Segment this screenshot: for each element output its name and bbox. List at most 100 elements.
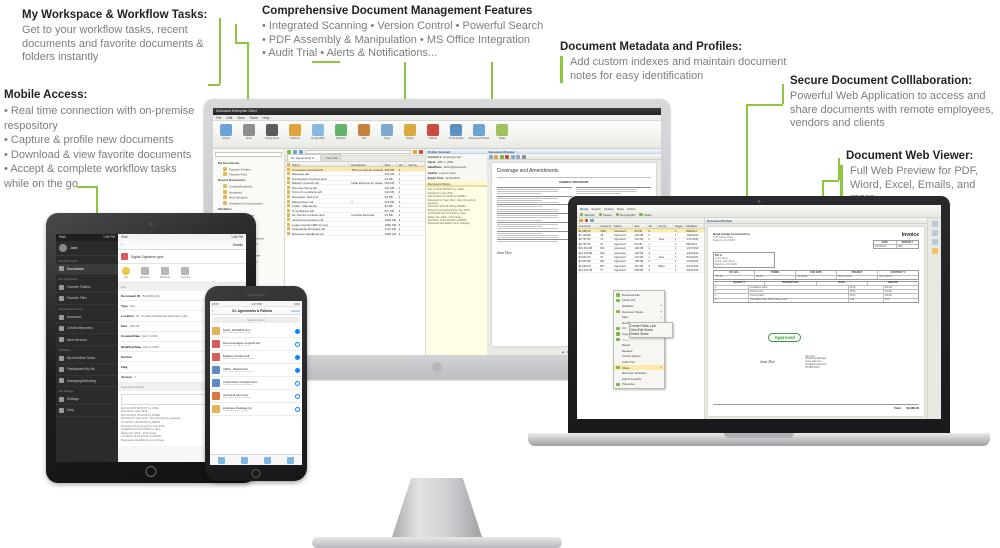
sidebar-item-my-workflow-tasks[interactable]: My Workflow Tasks (56, 353, 118, 365)
context-menu-item[interactable]: Properties (614, 382, 664, 388)
zoom-in-icon[interactable] (510, 154, 515, 159)
ribbon-button-4[interactable]: Email With (307, 124, 329, 140)
ribbon-button-8[interactable]: Paste (399, 124, 421, 140)
web-sidebar-icons[interactable] (927, 218, 941, 419)
web-col-status[interactable]: Status (613, 224, 633, 228)
view-icon[interactable] (418, 150, 423, 154)
ribbon-button-11[interactable]: Document Tasks (468, 124, 490, 140)
sidebar-item-settings[interactable]: Settings (56, 394, 118, 406)
menu-edit[interactable]: Edit (226, 116, 232, 120)
ribbon-button-1[interactable]: Scan (238, 124, 260, 140)
sidebar-item-new-versions[interactable]: New Versions (56, 334, 118, 346)
download-icon[interactable] (931, 221, 938, 227)
tablet-navbar[interactable]: ‹ Details (118, 241, 246, 250)
web-document-grid[interactable]: Amount $ Invoice # Status Size Ver Out b… (577, 218, 705, 419)
phone-home-button[interactable] (251, 469, 261, 478)
web-tab[interactable]: Admin (627, 207, 636, 211)
ribbon-button-7[interactable]: Copy (376, 124, 398, 140)
table-row[interactable]: Employee Handbook.pdf 1082 KB 2 (285, 231, 425, 236)
menu-file[interactable]: File (216, 116, 221, 120)
web-actions[interactable]: Refresh Delete Recycle Bin Tasks (580, 213, 938, 217)
sidebar-item-created-imported[interactable]: Created/Imported (56, 323, 118, 335)
menu-help[interactable]: Help (263, 116, 270, 120)
sidebar-item-participated-by-me[interactable]: Participated By Me (56, 364, 118, 376)
list-item[interactable]: Building Contract.pdf 690 KB Mar 10 2014… (210, 351, 302, 364)
share-submenu[interactable]: Create Public Link View/Edit Share Delete … (629, 322, 673, 338)
stamp-icon[interactable] (505, 154, 510, 159)
ribbon-button-12[interactable]: Tasks (491, 124, 513, 140)
forward-icon[interactable] (299, 150, 303, 154)
refresh-button[interactable]: Refresh (580, 213, 595, 217)
select-checkbox[interactable] (295, 393, 300, 399)
col-name[interactable]: Name (285, 162, 350, 167)
list-item[interactable]: Employee Package.zip 1 MB Mar 1 2015 By:… (210, 403, 302, 416)
filter-icon[interactable] (412, 150, 417, 154)
sidebar-item-documents[interactable]: Documents (56, 263, 118, 275)
back-icon[interactable] (293, 150, 297, 154)
sidebar-item-help[interactable]: Help (56, 405, 118, 417)
tablet-actions[interactable]: Fav Rename Relations versions (118, 264, 246, 283)
tablet-sidebar[interactable]: iPad 1:45 PM Jane My Documents Documents… (56, 234, 118, 462)
web-col-pages[interactable]: Pages (673, 224, 685, 228)
context-menu[interactable]: Download File Check Out Workflow ▸ Docum… (613, 290, 665, 390)
rotate-icon[interactable] (521, 154, 526, 159)
zoom-out-icon[interactable] (516, 154, 521, 159)
web-col-modified[interactable]: Modified (685, 224, 704, 228)
tablet-user[interactable]: Jane (56, 241, 118, 256)
list-item[interactable]: CARA - Manual.doc 60 KB Mar 7 2015 By: A… (210, 364, 302, 377)
web-filter-icon[interactable] (579, 218, 583, 223)
col-out-by[interactable]: Out by (406, 162, 425, 167)
ribbon-button-10[interactable]: Thumbnails (445, 124, 467, 140)
add-icon[interactable] (287, 150, 291, 154)
preview-toolbar[interactable] (486, 154, 661, 160)
sidebar-item-favorite-files[interactable]: Favorite Files (56, 293, 118, 305)
web-col-size[interactable]: Size (633, 224, 647, 228)
email-icon[interactable] (931, 239, 938, 245)
web-col-amount[interactable]: Amount $ (577, 224, 599, 228)
back-icon[interactable]: ‹ (121, 242, 123, 248)
select-checkbox[interactable] (295, 354, 300, 360)
select-checkbox[interactable] (295, 406, 300, 412)
phone-search-input[interactable]: Search Folder (212, 317, 300, 323)
list-item[interactable]: Construction Contract.docx 22 KB Mar 10 … (210, 377, 302, 390)
print-icon[interactable] (931, 230, 938, 236)
web-col-invoice[interactable]: Invoice # (599, 224, 613, 228)
phone-tabbar[interactable] (210, 454, 302, 465)
ribbon-button-5[interactable]: Refresh (330, 124, 352, 140)
tablet-action-relations[interactable]: Relations (160, 267, 171, 279)
print-icon[interactable] (494, 154, 499, 159)
recycle-bin-button[interactable]: Recycle Bin (616, 213, 635, 217)
tab-agreements[interactable]: 01. Agreements & ... (287, 154, 322, 161)
delete-button[interactable]: Delete (599, 213, 611, 217)
web-tabs[interactable]: Home Search Upload Tasks Admin (580, 207, 938, 211)
tab-new[interactable]: New Tab (322, 154, 342, 161)
web-col-out[interactable]: Out by (657, 224, 674, 228)
select-checkbox[interactable] (295, 341, 300, 347)
web-column-icon[interactable] (584, 218, 589, 223)
col-version[interactable]: Ver. (397, 162, 407, 167)
web-tab[interactable]: Search (591, 207, 601, 211)
tablet-action-versions[interactable]: versions (181, 267, 190, 279)
save-icon[interactable] (488, 154, 493, 159)
web-tab[interactable]: Upload (604, 207, 614, 211)
select-checkbox[interactable] (295, 380, 300, 386)
document-notes[interactable]: Feb 14 2015 08:26:07 by JANE. Revised for… (425, 185, 487, 355)
web-export-icon[interactable] (590, 218, 594, 223)
download-icon[interactable] (218, 456, 225, 464)
web-tab[interactable]: Home (580, 207, 588, 211)
delete-icon[interactable] (287, 456, 294, 464)
ribbon-button-9[interactable]: Delete (422, 124, 444, 140)
ribbon-button-2[interactable]: Filing Area (261, 124, 283, 140)
web-tab[interactable]: Tasks (616, 207, 624, 211)
tree-search-input[interactable] (215, 152, 282, 157)
move-icon[interactable] (264, 456, 271, 464)
list-item[interactable]: Acord_11062014.xml 15 KB Jun 03 2015 By:… (210, 325, 302, 338)
ribbon-button-3[interactable]: Options (284, 124, 306, 140)
tablet-file-row[interactable]: Digital-Signature.pptx (118, 250, 246, 264)
table-row[interactable]: $12,412.48 77 Approved 109 KB 3 1 9/22/2… (577, 269, 704, 273)
list-item[interactable]: Auto Coverages Contract.pdf 1 MB Mar 3 2… (210, 338, 302, 351)
app-ribbon[interactable]: Import Scan Filing Area Options Email Wi… (213, 121, 661, 149)
tasks-button[interactable]: Tasks (639, 213, 651, 217)
ribbon-button-6[interactable]: Cut (353, 124, 375, 140)
select-checkbox[interactable] (295, 328, 300, 334)
